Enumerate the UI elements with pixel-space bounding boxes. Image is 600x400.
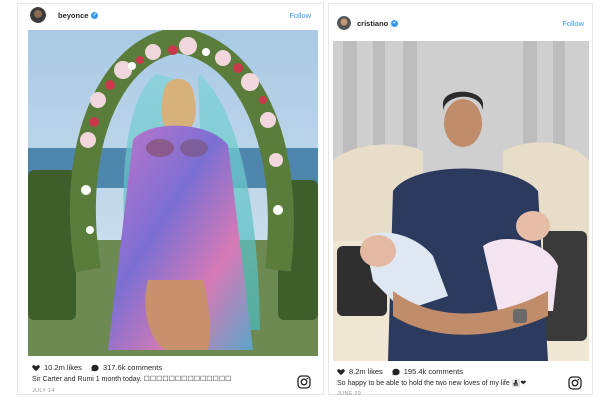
comment-icon	[91, 364, 99, 371]
avatar[interactable]	[30, 7, 46, 23]
likes-count: 8.2m likes	[349, 367, 383, 376]
likes-stat[interactable]: 8.2m likes	[337, 367, 383, 376]
post-header: beyonce ✓ Follow	[18, 4, 323, 28]
engagement-stats: 10.2m likes 317.6k comments	[32, 363, 162, 372]
post-date: JULY 14	[32, 388, 55, 394]
comments-count: 195.4k comments	[403, 367, 463, 376]
username-link[interactable]: beyonce ✓	[58, 11, 99, 20]
instagram-logo-icon[interactable]	[297, 375, 311, 389]
username-link[interactable]: cristiano ✓	[357, 19, 399, 28]
instagram-post-beyonce: beyonce ✓ Follow 10.2m likes 317.6k comm…	[17, 3, 324, 395]
heart-icon	[32, 364, 40, 371]
instagram-logo-icon[interactable]	[568, 376, 582, 390]
follow-button[interactable]: Follow	[562, 19, 584, 28]
username-text: cristiano	[357, 19, 389, 28]
post-caption: Sir Carter and Rumi 1 month today. ☐☐☐☐☐…	[32, 376, 232, 383]
comments-stat[interactable]: 195.4k comments	[392, 367, 463, 376]
engagement-stats: 8.2m likes 195.4k comments	[337, 367, 463, 376]
post-date: JUNE 29	[337, 391, 362, 397]
verified-badge-icon: ✓	[391, 20, 399, 27]
avatar[interactable]	[337, 16, 351, 30]
likes-count: 10.2m likes	[44, 363, 82, 372]
comments-count: 317.6k comments	[102, 363, 163, 372]
post-header: cristiano ✓ Follow	[329, 4, 592, 30]
instagram-post-cristiano: cristiano ✓ Follow 8.2m likes 195.4k com…	[328, 3, 593, 397]
post-photo[interactable]	[28, 30, 318, 356]
username-text: beyonce	[58, 11, 89, 20]
comment-icon	[392, 368, 400, 375]
post-caption: So happy to be able to hold the two new …	[337, 380, 527, 387]
likes-stat[interactable]: 10.2m likes	[32, 363, 82, 372]
follow-button[interactable]: Follow	[289, 11, 311, 20]
verified-badge-icon: ✓	[91, 12, 99, 19]
comments-stat[interactable]: 317.6k comments	[91, 363, 162, 372]
post-photo[interactable]	[333, 41, 589, 361]
heart-icon	[337, 368, 345, 375]
